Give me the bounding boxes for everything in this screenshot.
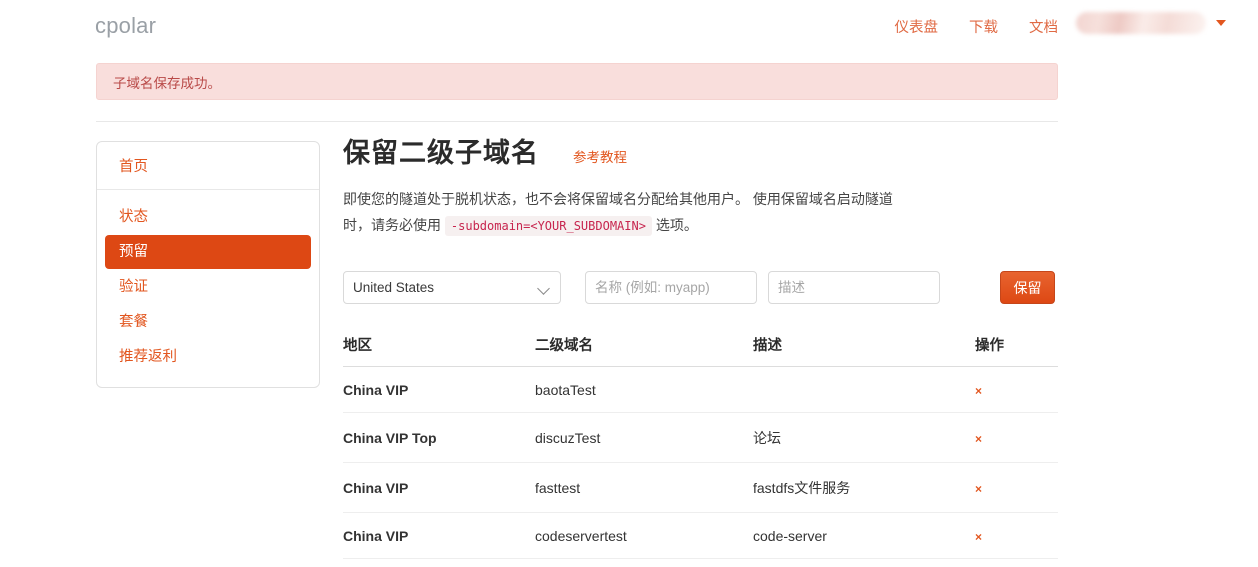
header-region: 地区 (343, 334, 535, 367)
main-content: 保留二级子域名 参考教程 即使您的隧道处于脱机状态，也不会将保留域名分配给其他用… (343, 136, 1058, 567)
chevron-down-icon (1216, 20, 1226, 26)
cell-region: China VIP (343, 558, 535, 567)
cell-region: China VIP (343, 462, 535, 513)
sidebar-item-verify[interactable]: 验证 (105, 270, 311, 304)
cell-description: chatgpt-feishu (753, 558, 975, 567)
subdomain-name-input[interactable] (585, 271, 757, 304)
cell-action: × (975, 462, 1058, 513)
success-alert: 子域名保存成功。 (96, 63, 1058, 100)
table-head: 地区 二级域名 描述 操作 (343, 334, 1058, 367)
subdomain-flag-code: -subdomain=<YOUR_SUBDOMAIN> (444, 216, 652, 236)
alert-message: 子域名保存成功。 (113, 75, 221, 91)
page-root: cpolar 仪表盘 下载 文档 子域名保存成功。 首页 状态 预留 验证 套餐… (0, 0, 1258, 567)
reserve-button[interactable]: 保留 (1000, 271, 1055, 304)
title-row: 保留二级子域名 参考教程 (343, 136, 1058, 170)
cell-action: × (975, 412, 1058, 463)
sidebar: 首页 状态 预留 验证 套餐 推荐返利 (96, 141, 320, 388)
delete-icon[interactable]: × (975, 384, 982, 398)
description-input[interactable] (768, 271, 940, 304)
nav-download[interactable]: 下载 (969, 16, 998, 37)
page-description: 即使您的隧道处于脱机状态，也不会将保留域名分配给其他用户。 使用保留域名启动隧道… (343, 186, 913, 239)
sidebar-item-status[interactable]: 状态 (105, 200, 311, 234)
nav-dashboard[interactable]: 仪表盘 (895, 16, 939, 37)
delete-icon[interactable]: × (975, 482, 982, 496)
table-row: China VIP fasttest fastdfs文件服务 × (343, 462, 1058, 513)
header-description: 描述 (753, 334, 975, 367)
cell-description: fastdfs文件服务 (753, 462, 975, 513)
cell-subdomain: discuzTest (535, 412, 753, 463)
cell-subdomain-highlighted: chatgptfeishu 复制 (535, 558, 753, 567)
page-title: 保留二级子域名 (343, 138, 539, 168)
header-action: 操作 (975, 334, 1058, 367)
reserve-form: United States 保留 (343, 271, 1058, 304)
cell-region: China VIP (343, 512, 535, 559)
domains-table: 地区 二级域名 描述 操作 China VIP baotaTest × Chin… (343, 334, 1058, 567)
region-select[interactable]: United States (343, 271, 561, 304)
header-subdomain: 二级域名 (535, 334, 753, 367)
delete-icon[interactable]: × (975, 530, 982, 544)
table-header-row: 地区 二级域名 描述 操作 (343, 334, 1058, 367)
cell-subdomain: fasttest (535, 462, 753, 513)
sidebar-item-reserve[interactable]: 预留 (105, 235, 311, 269)
username-redacted (1076, 12, 1206, 34)
header-divider (96, 121, 1058, 122)
cell-action: × (975, 512, 1058, 559)
cell-subdomain: baotaTest (535, 366, 753, 413)
user-menu[interactable] (1076, 12, 1226, 34)
sidebar-item-home[interactable]: 首页 (119, 159, 148, 175)
cell-region: China VIP Top (343, 412, 535, 463)
domains-table-wrap: 地区 二级域名 描述 操作 China VIP baotaTest × Chin… (343, 334, 1058, 567)
nav-docs[interactable]: 文档 (1029, 16, 1058, 37)
site-header: cpolar 仪表盘 下载 文档 (0, 0, 1258, 52)
cell-action: × (975, 366, 1058, 413)
sidebar-header: 首页 (97, 142, 319, 190)
top-nav: 仪表盘 下载 文档 (895, 16, 1059, 37)
table-row: China VIP codeservertest code-server × (343, 512, 1058, 559)
sidebar-item-referral[interactable]: 推荐返利 (105, 340, 311, 374)
table-body: China VIP baotaTest × China VIP Top disc… (343, 366, 1058, 567)
tutorial-link[interactable]: 参考教程 (573, 146, 627, 166)
brand-logo[interactable]: cpolar (95, 13, 156, 39)
table-row: China VIP baotaTest × (343, 366, 1058, 413)
sidebar-menu: 状态 预留 验证 套餐 推荐返利 (97, 190, 319, 387)
cell-region: China VIP (343, 366, 535, 413)
sidebar-item-plan[interactable]: 套餐 (105, 305, 311, 339)
table-row-highlighted: China VIP chatgptfeishu 复制 chatgpt-feish… (343, 558, 1058, 567)
description-text-after: 选项。 (655, 217, 698, 233)
cell-subdomain: codeservertest (535, 512, 753, 559)
table-row: China VIP Top discuzTest 论坛 × (343, 412, 1058, 463)
delete-icon[interactable]: × (975, 432, 982, 446)
cell-description: 论坛 (753, 412, 975, 463)
cell-action: × (975, 558, 1058, 567)
cell-description: code-server (753, 512, 975, 559)
cell-description (753, 366, 975, 413)
